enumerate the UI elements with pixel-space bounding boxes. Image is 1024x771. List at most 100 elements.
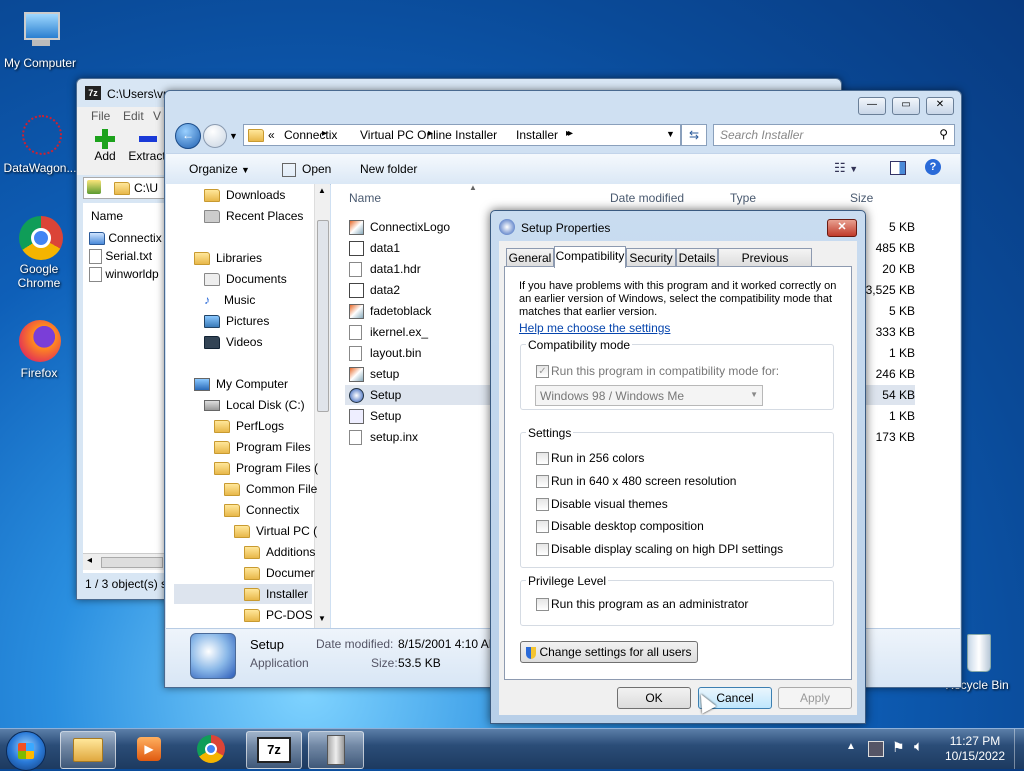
- tab-compatibility[interactable]: Compatibility: [554, 246, 626, 268]
- table-row[interactable]: data1: [349, 241, 400, 257]
- scroll-left-icon[interactable]: ◂: [87, 555, 92, 566]
- tree-common-files[interactable]: Common File: [224, 482, 317, 497]
- tree-libraries[interactable]: Libraries: [194, 251, 262, 266]
- col-header-name[interactable]: Name: [349, 191, 381, 205]
- setting-256-colors-checkbox[interactable]: [536, 452, 549, 465]
- tab-details[interactable]: Details: [676, 248, 718, 267]
- setting-desktop-composition-checkbox[interactable]: [536, 520, 549, 533]
- table-row[interactable]: Setup: [349, 388, 401, 404]
- desktop-icon-chrome[interactable]: Google Chrome: [0, 216, 78, 290]
- apply-button[interactable]: Apply: [778, 687, 852, 709]
- desktop-icon-firefox[interactable]: Firefox: [0, 320, 78, 380]
- tree-virtual-pc[interactable]: Virtual PC (: [234, 524, 317, 539]
- setting-visual-themes-checkbox[interactable]: [536, 498, 549, 511]
- show-hidden-icons[interactable]: ▲: [846, 741, 856, 752]
- tree-documentation[interactable]: Documer: [244, 566, 315, 581]
- forward-button[interactable]: [203, 124, 227, 148]
- tab-security[interactable]: Security: [626, 248, 676, 267]
- tree-videos[interactable]: Videos: [204, 335, 262, 350]
- search-icon[interactable]: ⚲: [939, 127, 948, 141]
- taskbar-media-player[interactable]: ▶: [122, 731, 176, 767]
- help-link[interactable]: Help me choose the settings: [519, 321, 670, 335]
- tree-perflogs[interactable]: PerfLogs: [214, 419, 284, 434]
- close-button[interactable]: ✕: [926, 97, 954, 115]
- tab-general[interactable]: General: [506, 248, 554, 267]
- list-item[interactable]: winworldp: [89, 267, 159, 283]
- tree-documents[interactable]: Documents: [204, 272, 287, 287]
- tree-connectix[interactable]: Connectix: [224, 503, 299, 518]
- breadcrumb-connectix[interactable]: Connectix: [284, 128, 337, 142]
- tree-additions[interactable]: Additions: [244, 545, 315, 560]
- refresh-button[interactable]: ⇆: [681, 124, 707, 146]
- ok-button[interactable]: OK: [617, 687, 691, 709]
- compat-mode-select[interactable]: Windows 98 / Windows Me ▼: [535, 385, 763, 406]
- taskbar-setup[interactable]: [308, 731, 364, 769]
- view-icon[interactable]: ☷ ▼: [834, 160, 858, 176]
- tree-program-files-x86[interactable]: Program Files (: [214, 461, 318, 476]
- preview-pane-icon[interactable]: [890, 161, 906, 175]
- table-row[interactable]: layout.bin: [349, 346, 421, 362]
- setting-dpi-scaling-checkbox[interactable]: [536, 543, 549, 556]
- desktop-icon-my-computer[interactable]: My Computer: [0, 10, 80, 70]
- action-center-flag-icon[interactable]: ⚑: [892, 739, 905, 756]
- maximize-button[interactable]: ▭: [892, 97, 920, 115]
- tree-program-files[interactable]: Program Files: [214, 440, 311, 455]
- list-item[interactable]: Serial.txt: [89, 249, 152, 265]
- table-row[interactable]: setup: [349, 367, 399, 383]
- dialog-close-button[interactable]: ✕: [827, 219, 857, 237]
- breadcrumb-overflow[interactable]: «: [268, 128, 275, 142]
- table-row[interactable]: Setup: [349, 409, 401, 425]
- tree-music[interactable]: ♪ Music: [204, 293, 255, 307]
- organize-button[interactable]: Organize ▼: [189, 162, 250, 176]
- run-as-admin-checkbox[interactable]: [536, 598, 549, 611]
- setting-640x480-checkbox[interactable]: [536, 475, 549, 488]
- table-row[interactable]: setup.inx: [349, 430, 418, 446]
- col-header-size[interactable]: Size: [850, 191, 873, 205]
- table-row[interactable]: ConnectixLogo: [349, 220, 450, 236]
- tree-pc-dos[interactable]: PC-DOS: [244, 608, 313, 623]
- nav-scrollbar[interactable]: ▲ ▼: [314, 184, 330, 628]
- breadcrumb-installer[interactable]: Installer: [516, 128, 558, 142]
- tree-local-disk[interactable]: Local Disk (C:): [204, 398, 305, 412]
- col-header-date[interactable]: Date modified: [610, 191, 684, 205]
- extract-button[interactable]: Extract: [127, 129, 167, 163]
- table-row[interactable]: data1.hdr: [349, 262, 421, 278]
- change-all-users-button[interactable]: Change settings for all users: [520, 641, 698, 663]
- desktop-icon-datawagon[interactable]: DataWagon...: [0, 115, 80, 175]
- compat-mode-checkbox[interactable]: ✓: [536, 365, 549, 378]
- taskbar-explorer[interactable]: [60, 731, 116, 769]
- up-icon[interactable]: [87, 180, 101, 194]
- tree-downloads[interactable]: Downloads: [204, 188, 285, 203]
- search-box[interactable]: Search Installer ⚲: [713, 124, 955, 146]
- show-desktop-button[interactable]: [1014, 729, 1024, 769]
- table-row[interactable]: ikernel.ex_: [349, 325, 428, 341]
- table-row[interactable]: data2: [349, 283, 400, 299]
- breadcrumb-sep-icon[interactable]: ▸: [566, 128, 571, 139]
- taskbar-chrome[interactable]: [184, 731, 238, 767]
- address-dropdown-icon[interactable]: ▼: [666, 129, 675, 139]
- open-button[interactable]: Open: [282, 162, 331, 177]
- clock[interactable]: 11:27 PM 10/15/2022: [940, 734, 1010, 764]
- new-folder-button[interactable]: New folder: [360, 162, 417, 176]
- back-button[interactable]: ←: [175, 123, 201, 149]
- tree-installer[interactable]: Installer: [244, 587, 308, 602]
- tree-my-computer[interactable]: My Computer: [194, 377, 288, 392]
- menu-edit[interactable]: Edit: [123, 109, 144, 123]
- horizontal-scrollbar[interactable]: ◂: [83, 553, 165, 570]
- help-icon[interactable]: ?: [925, 159, 941, 175]
- taskbar-7zip[interactable]: 7z: [246, 731, 302, 769]
- breadcrumb-vpc-installer[interactable]: Virtual PC Online Installer: [360, 128, 497, 142]
- volume-icon[interactable]: 🔈︎: [914, 738, 923, 755]
- col-name[interactable]: Name: [91, 209, 123, 223]
- tree-recent-places[interactable]: Recent Places: [204, 209, 303, 224]
- history-dropdown-icon[interactable]: ▼: [229, 131, 238, 141]
- add-button[interactable]: Add: [87, 129, 123, 163]
- menu-view[interactable]: V: [153, 109, 161, 123]
- tab-previous-versions[interactable]: Previous Versions: [718, 248, 812, 283]
- start-button[interactable]: [6, 731, 46, 771]
- address-bar[interactable]: « ▸ Connectix ▸ Virtual PC Online Instal…: [243, 124, 681, 146]
- tree-pictures[interactable]: Pictures: [204, 314, 269, 329]
- network-icon[interactable]: [868, 741, 884, 757]
- col-header-type[interactable]: Type: [730, 191, 756, 205]
- menu-file[interactable]: File: [91, 109, 110, 123]
